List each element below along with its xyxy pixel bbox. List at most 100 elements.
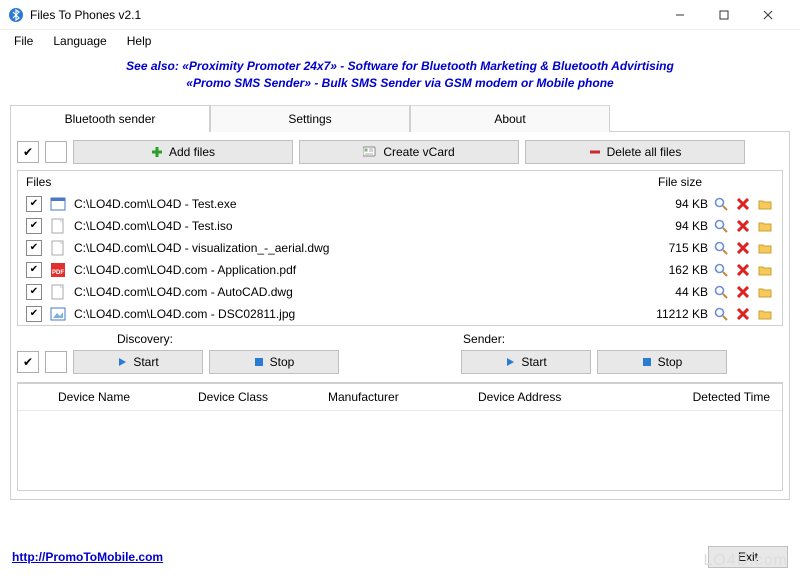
file-name: C:\LO4D.com\LO4D.com - Application.pdf bbox=[74, 263, 628, 277]
sender-start-button[interactable]: Start bbox=[461, 350, 591, 374]
search-icon[interactable] bbox=[712, 306, 730, 322]
delete-all-button[interactable]: Delete all files bbox=[525, 140, 745, 164]
tabs: Bluetooth sender Settings About bbox=[10, 104, 790, 131]
delete-icon[interactable] bbox=[734, 306, 752, 322]
discovery-stop-button[interactable]: Stop bbox=[209, 350, 339, 374]
delete-all-label: Delete all files bbox=[607, 145, 682, 159]
discovery-stop-label: Stop bbox=[270, 355, 295, 369]
delete-icon[interactable] bbox=[734, 284, 752, 300]
stop-icon bbox=[642, 357, 652, 367]
delete-icon[interactable] bbox=[734, 196, 752, 212]
create-vcard-button[interactable]: Create vCard bbox=[299, 140, 519, 164]
col-detected-time[interactable]: Detected Time bbox=[634, 388, 774, 406]
file-checkbox[interactable] bbox=[26, 196, 42, 212]
file-row[interactable]: PDF C:\LO4D.com\LO4D.com - Application.pd… bbox=[18, 259, 782, 281]
file-type-icon bbox=[50, 196, 66, 212]
titlebar: Files To Phones v2.1 bbox=[0, 0, 800, 30]
devices-header: Device Name Device Class Manufacturer De… bbox=[18, 383, 782, 410]
file-name: C:\LO4D.com\LO4D - Test.iso bbox=[74, 219, 628, 233]
folder-icon[interactable] bbox=[756, 306, 774, 322]
search-icon[interactable] bbox=[712, 240, 730, 256]
file-size: 11212 KB bbox=[628, 307, 708, 321]
file-type-icon bbox=[50, 240, 66, 256]
file-size: 44 KB bbox=[628, 285, 708, 299]
file-size: 715 KB bbox=[628, 241, 708, 255]
menu-help[interactable]: Help bbox=[119, 32, 160, 50]
file-size: 162 KB bbox=[628, 263, 708, 277]
folder-icon[interactable] bbox=[756, 262, 774, 278]
sender-stop-label: Stop bbox=[658, 355, 683, 369]
col-device-name[interactable]: Device Name bbox=[54, 388, 194, 406]
col-device-class[interactable]: Device Class bbox=[194, 388, 324, 406]
minus-icon bbox=[589, 146, 601, 158]
col-device-address[interactable]: Device Address bbox=[474, 388, 634, 406]
delete-icon[interactable] bbox=[734, 262, 752, 278]
delete-icon[interactable] bbox=[734, 218, 752, 234]
file-checkbox[interactable] bbox=[26, 262, 42, 278]
search-icon[interactable] bbox=[712, 262, 730, 278]
check-all-devices-button[interactable] bbox=[17, 351, 39, 373]
file-row[interactable]: C:\LO4D.com\LO4D.com - AutoCAD.dwg44 KB bbox=[18, 281, 782, 303]
window-title: Files To Phones v2.1 bbox=[30, 8, 141, 22]
file-type-icon bbox=[50, 218, 66, 234]
file-row[interactable]: C:\LO4D.com\LO4D - visualization_-_aeria… bbox=[18, 237, 782, 259]
add-files-button[interactable]: Add files bbox=[73, 140, 293, 164]
menu-language[interactable]: Language bbox=[45, 32, 114, 50]
file-size: 94 KB bbox=[628, 219, 708, 233]
devices-list: Device Name Device Class Manufacturer De… bbox=[17, 382, 783, 491]
file-name: C:\LO4D.com\LO4D.com - DSC02811.jpg bbox=[74, 307, 628, 321]
promo-link[interactable]: http://PromoToMobile.com bbox=[12, 550, 163, 564]
file-row[interactable]: C:\LO4D.com\LO4D - Test.iso94 KB bbox=[18, 215, 782, 237]
files-header: Files File size bbox=[18, 171, 782, 193]
discovery-label: Discovery: bbox=[117, 332, 173, 346]
file-row[interactable]: C:\LO4D.com\LO4D.com - DSC02811.jpg11212… bbox=[18, 303, 782, 325]
files-list: Files File size C:\LO4D.com\LO4D - Test.… bbox=[17, 170, 783, 326]
tab-settings[interactable]: Settings bbox=[210, 105, 410, 132]
tab-about[interactable]: About bbox=[410, 105, 610, 132]
search-icon[interactable] bbox=[712, 218, 730, 234]
file-name: C:\LO4D.com\LO4D - Test.exe bbox=[74, 197, 628, 211]
file-type-icon: PDF bbox=[50, 262, 66, 278]
file-name: C:\LO4D.com\LO4D - visualization_-_aeria… bbox=[74, 241, 628, 255]
file-size: 94 KB bbox=[628, 197, 708, 211]
file-checkbox[interactable] bbox=[26, 284, 42, 300]
devices-body bbox=[18, 410, 782, 490]
plus-icon bbox=[151, 146, 163, 158]
file-checkbox[interactable] bbox=[26, 306, 42, 322]
window-controls bbox=[658, 1, 790, 29]
sender-start-label: Start bbox=[521, 355, 546, 369]
file-checkbox[interactable] bbox=[26, 218, 42, 234]
folder-icon[interactable] bbox=[756, 218, 774, 234]
minimize-button[interactable] bbox=[658, 1, 702, 29]
sender-stop-button[interactable]: Stop bbox=[597, 350, 727, 374]
banner-line2: «Promo SMS Sender» - Bulk SMS Sender via… bbox=[0, 75, 800, 92]
promo-banner[interactable]: See also: «Proximity Promoter 24x7» - So… bbox=[0, 52, 800, 100]
play-icon bbox=[505, 357, 515, 367]
delete-icon[interactable] bbox=[734, 240, 752, 256]
discovery-start-button[interactable]: Start bbox=[73, 350, 203, 374]
file-row[interactable]: C:\LO4D.com\LO4D - Test.exe94 KB bbox=[18, 193, 782, 215]
files-column-header[interactable]: Files bbox=[26, 175, 618, 189]
search-icon[interactable] bbox=[712, 196, 730, 212]
menu-file[interactable]: File bbox=[6, 32, 41, 50]
uncheck-all-button[interactable] bbox=[45, 141, 67, 163]
banner-line1: See also: «Proximity Promoter 24x7» - So… bbox=[0, 58, 800, 75]
bluetooth-icon bbox=[8, 7, 24, 23]
folder-icon[interactable] bbox=[756, 284, 774, 300]
file-type-icon bbox=[50, 284, 66, 300]
search-icon[interactable] bbox=[712, 284, 730, 300]
folder-icon[interactable] bbox=[756, 196, 774, 212]
maximize-button[interactable] bbox=[702, 1, 746, 29]
tab-bluetooth-sender[interactable]: Bluetooth sender bbox=[10, 105, 210, 132]
sender-label: Sender: bbox=[463, 332, 505, 346]
watermark: LO4D.com bbox=[704, 552, 788, 570]
close-button[interactable] bbox=[746, 1, 790, 29]
svg-text:PDF: PDF bbox=[52, 270, 64, 276]
uncheck-all-devices-button[interactable] bbox=[45, 351, 67, 373]
size-column-header[interactable]: File size bbox=[618, 175, 708, 189]
col-manufacturer[interactable]: Manufacturer bbox=[324, 388, 474, 406]
vcard-icon bbox=[363, 146, 377, 158]
check-all-button[interactable] bbox=[17, 141, 39, 163]
folder-icon[interactable] bbox=[756, 240, 774, 256]
file-checkbox[interactable] bbox=[26, 240, 42, 256]
